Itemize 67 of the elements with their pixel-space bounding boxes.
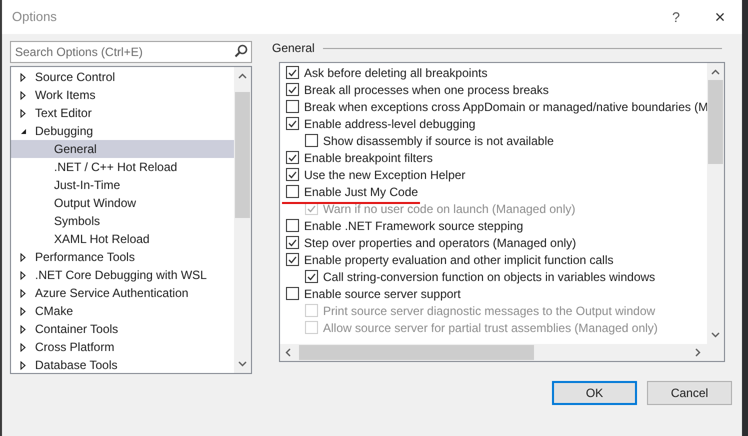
option-label: Step over properties and operators (Managed only) (304, 234, 576, 252)
option-label: Warn if no user code on launch (Managed only) (323, 200, 576, 218)
checkbox[interactable] (305, 134, 318, 147)
option-label: Enable Just My Code (304, 184, 418, 200)
section-title: General (272, 40, 315, 57)
checkbox[interactable] (286, 168, 299, 181)
tree-item[interactable]: Output Window (11, 194, 234, 212)
search-icon (234, 44, 248, 58)
scroll-right-icon (695, 348, 701, 357)
scroll-down-icon (238, 361, 247, 367)
checkbox[interactable] (286, 219, 299, 232)
tree-item[interactable]: .NET Core Debugging with WSL (11, 266, 234, 284)
scroll-left-icon (285, 348, 291, 357)
horizontal-scrollbar[interactable] (280, 344, 724, 361)
option-label: Show disassembly if source is not available (323, 132, 554, 150)
ok-button[interactable]: OK (552, 381, 637, 405)
option-label: Use the new Exception Helper (304, 166, 466, 184)
checkbox[interactable] (286, 185, 299, 198)
option-label: Enable source server support (304, 286, 461, 302)
vertical-scrollbar[interactable] (234, 67, 251, 373)
checkbox[interactable] (286, 66, 299, 79)
scroll-up-icon (711, 69, 720, 75)
option-label: Enable breakpoint filters (304, 150, 433, 166)
tree-item[interactable]: General (11, 140, 234, 158)
option-label: Break when exceptions cross AppDomain or managed/native boundaries (M (304, 98, 707, 116)
tree-item[interactable]: Text Editor (11, 104, 234, 122)
checkbox[interactable] (286, 83, 299, 96)
checkbox[interactable] (286, 287, 299, 300)
scroll-thumb[interactable] (299, 345, 534, 360)
window-title: Options (12, 8, 58, 26)
option-label: Break all processes when one process breaks (304, 82, 549, 98)
tree-item[interactable]: Cross Platform (11, 338, 234, 356)
scroll-up-icon (238, 73, 247, 79)
tree-item[interactable]: Symbols (11, 212, 234, 230)
tree-item[interactable]: .NET / C++ Hot Reload (11, 158, 234, 176)
option-label: Enable property evaluation and other implicit function calls (304, 252, 614, 268)
option-label: Enable address-level debugging (304, 116, 476, 132)
tree-item[interactable]: Database Tools (11, 356, 234, 373)
close-button[interactable]: × (698, 0, 742, 34)
tree-item[interactable]: CMake (11, 302, 234, 320)
tree-item[interactable]: Debugging (11, 122, 234, 140)
option-label: Print source server diagnostic messages to the Output window (323, 302, 656, 320)
tree-item[interactable]: Work Items (11, 86, 234, 104)
checkbox[interactable] (286, 151, 299, 164)
tree-item[interactable]: Source Control (11, 68, 234, 86)
help-button[interactable]: ? (654, 0, 698, 34)
tree-item[interactable]: Just-In-Time (11, 176, 234, 194)
option-label: Ask before deleting all breakpoints (304, 64, 488, 82)
tree-item[interactable]: Container Tools (11, 320, 234, 338)
checkbox[interactable] (286, 117, 299, 130)
checkbox[interactable] (286, 253, 299, 266)
checkbox[interactable] (305, 270, 318, 283)
cancel-button[interactable]: Cancel (647, 381, 732, 405)
vertical-scrollbar[interactable] (707, 63, 724, 344)
option-label: Enable .NET Framework source stepping (304, 218, 524, 234)
option-label: Call string-conversion function on objects in variables windows (323, 268, 656, 286)
checkbox[interactable] (286, 236, 299, 249)
scroll-thumb[interactable] (708, 80, 723, 164)
option-label: Allow source server for partial trust assemblies (Managed only) (323, 320, 658, 336)
scroll-thumb[interactable] (235, 92, 250, 218)
checkbox[interactable] (286, 100, 299, 113)
tree-item[interactable]: Azure Service Authentication (11, 284, 234, 302)
scroll-down-icon (711, 332, 720, 338)
search-field[interactable]: Search Options (Ctrl+E) (10, 41, 252, 63)
tree-item[interactable]: XAML Hot Reload (11, 230, 234, 248)
tree-item[interactable]: Performance Tools (11, 248, 234, 266)
expanded-arrow-icon[interactable] (20, 128, 26, 134)
